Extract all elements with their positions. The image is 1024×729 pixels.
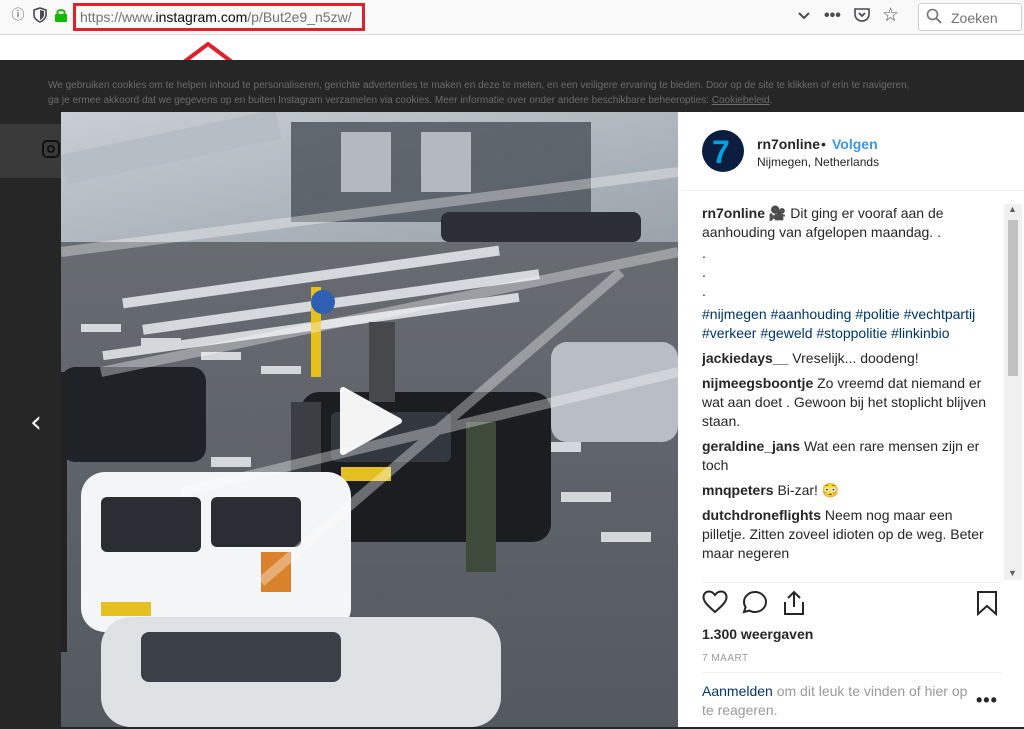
divider [702, 582, 1002, 583]
post-username[interactable]: rn7online [757, 136, 820, 152]
heart-icon[interactable] [702, 590, 728, 619]
comment-username[interactable]: dutchdroneflights [702, 507, 821, 523]
caption: rn7online 🎥 Dit ging er vooraf aan de aa… [702, 204, 992, 242]
follow-button[interactable]: Volgen [832, 136, 878, 152]
comment-item: nijmeegsboontje Zo vreemd dat niemand er… [702, 374, 992, 431]
search-placeholder: Zoeken [951, 10, 998, 26]
caption-dot: . [702, 245, 706, 261]
cookie-policy-link[interactable]: Cookiebeleid [712, 95, 770, 106]
divider [702, 672, 1002, 673]
login-link[interactable]: Aanmelden [702, 683, 773, 699]
shield-icon[interactable] [32, 7, 48, 23]
cookie-line-1: We gebruiken cookies om te helpen inhoud… [48, 80, 910, 91]
login-prompt: Aanmelden om dit leuk te vinden of hier … [702, 683, 968, 718]
share-icon[interactable] [782, 590, 806, 621]
comment-username[interactable]: geraldine_jans [702, 438, 800, 454]
url-field[interactable]: https://www.instagram.com/p/But2e9_n5zw/ [80, 9, 352, 25]
comments-scrollbar[interactable]: ▲ ▼ [1004, 204, 1022, 580]
more-options-icon[interactable]: ••• [976, 690, 998, 711]
search-input[interactable]: Zoeken [918, 3, 1022, 31]
comment-text: Bi-zar! 😳 [777, 482, 840, 498]
bookmark-icon[interactable] [976, 590, 998, 621]
lock-icon[interactable] [53, 7, 69, 23]
comment-username[interactable]: nijmeegsboontje [702, 375, 813, 391]
avatar[interactable]: 7 [702, 130, 744, 172]
pocket-icon[interactable] [853, 6, 871, 30]
separator-dot: • [821, 136, 826, 152]
star-icon[interactable]: ☆ [882, 6, 899, 26]
caption-dot: . [702, 283, 706, 299]
view-count[interactable]: 1.300 weergaven [702, 626, 813, 642]
scroll-up-icon[interactable]: ▲ [1008, 204, 1017, 214]
scrollbar-thumb[interactable] [1008, 220, 1018, 376]
browser-toolbar: ⓘ https://www.instagram.com/p/But2e9_n5z… [0, 0, 1024, 35]
comment-icon[interactable] [742, 590, 768, 619]
divider [678, 190, 1024, 191]
post-location[interactable]: Nijmegen, Netherlands [757, 155, 879, 169]
caption-username[interactable]: rn7online [702, 205, 765, 221]
post-actions [702, 590, 1002, 620]
post-date: 7 MAART [702, 653, 749, 664]
comment-item: geraldine_jans Wat een rare mensen zijn … [702, 437, 992, 475]
scroll-down-icon[interactable]: ▼ [1008, 568, 1017, 578]
comment-item: mnqpeters Bi-zar! 😳 [702, 481, 992, 500]
info-icon[interactable]: ⓘ [10, 7, 26, 23]
comment-username[interactable]: mnqpeters [702, 482, 774, 498]
caption-hashtags[interactable]: #nijmegen #aanhouding #politie #vechtpar… [702, 305, 992, 343]
post-sidebar: 7 rn7online • Volgen Nijmegen, Netherlan… [678, 112, 1024, 727]
instagram-icon[interactable] [42, 140, 60, 158]
comment-item: jackiedays__ Vreselijk... doodeng! [702, 349, 992, 368]
comment-text: Vreselijk... doodeng! [792, 350, 919, 366]
search-icon [926, 8, 942, 28]
video-player[interactable] [61, 112, 678, 727]
comment-item: dutchdroneflights Neem nog maar een pill… [702, 506, 992, 563]
caption-dot: . [702, 264, 706, 280]
cookie-line-2: ga je ermee akkoord dat we gegevens op e… [48, 95, 773, 106]
chevron-left-icon[interactable]: ‹ [30, 405, 42, 440]
chevron-down-icon[interactable] [797, 6, 811, 32]
comment-username[interactable]: jackiedays__ [702, 350, 788, 366]
comments-list[interactable]: rn7online 🎥 Dit ging er vooraf aan de aa… [702, 204, 992, 582]
cookie-banner: We gebruiken cookies om te helpen inhoud… [48, 78, 1024, 108]
more-icon[interactable]: ••• [824, 6, 841, 26]
